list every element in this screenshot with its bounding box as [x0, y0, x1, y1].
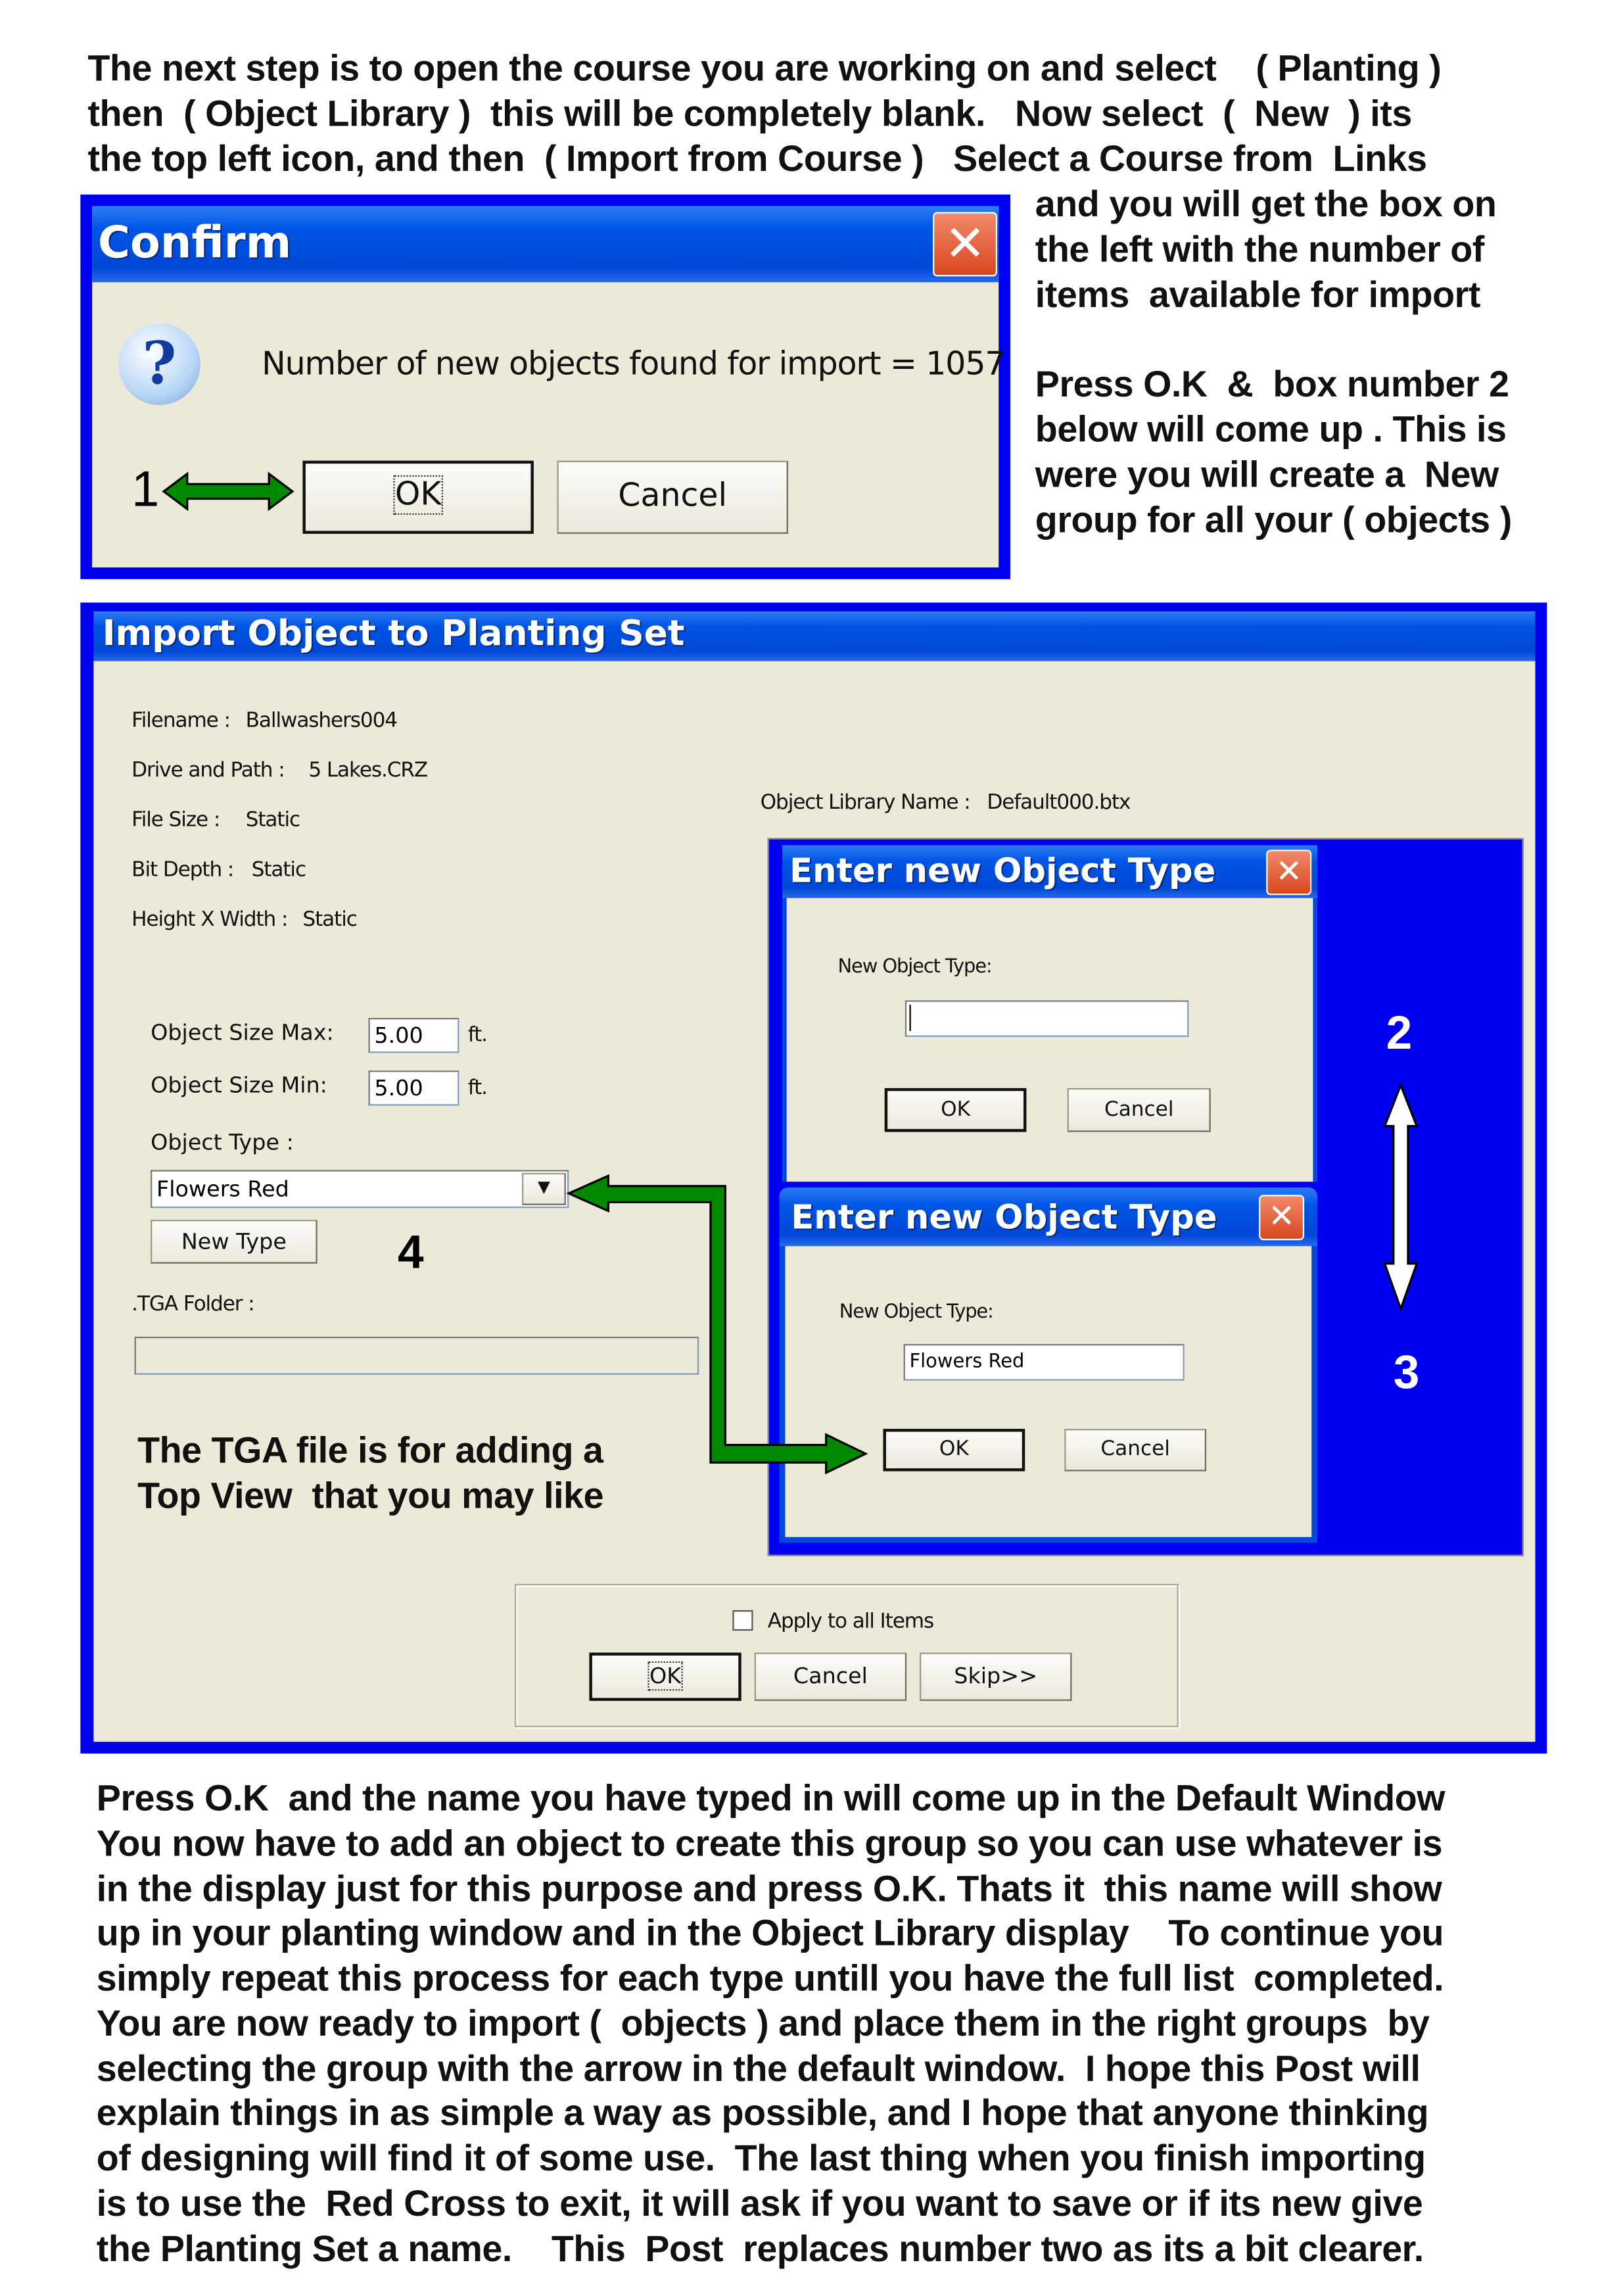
bent-arrow-icon	[566, 1174, 868, 1475]
page: The next step is to open the course you …	[0, 0, 1623, 2296]
outro-line: is to use the Red Cross to exit, it will…	[96, 2183, 1423, 2225]
outro-line: up in your planting window and in the Ob…	[96, 1913, 1444, 1954]
outro-line: simply repeat this process for each type…	[96, 1958, 1444, 1999]
up-down-arrow-icon	[1382, 1082, 1419, 1312]
outro-line: the Planting Set a name. This Post repla…	[96, 2228, 1424, 2270]
outro-line: You now have to add an object to create …	[96, 1823, 1443, 1865]
outro-line: selecting the group with the arrow in th…	[96, 2049, 1421, 2090]
outro-line: You are now ready to import ( objects ) …	[96, 2003, 1430, 2045]
outro-line: of designing will find it of some use. T…	[96, 2138, 1426, 2180]
outro-line: Press O.K and the name you have typed in…	[96, 1778, 1446, 1820]
outro-line: in the display just for this purpose and…	[96, 1869, 1442, 1910]
outro-line: explain things in as simple a way as pos…	[96, 2092, 1429, 2134]
double-arrow-icon	[162, 471, 294, 512]
